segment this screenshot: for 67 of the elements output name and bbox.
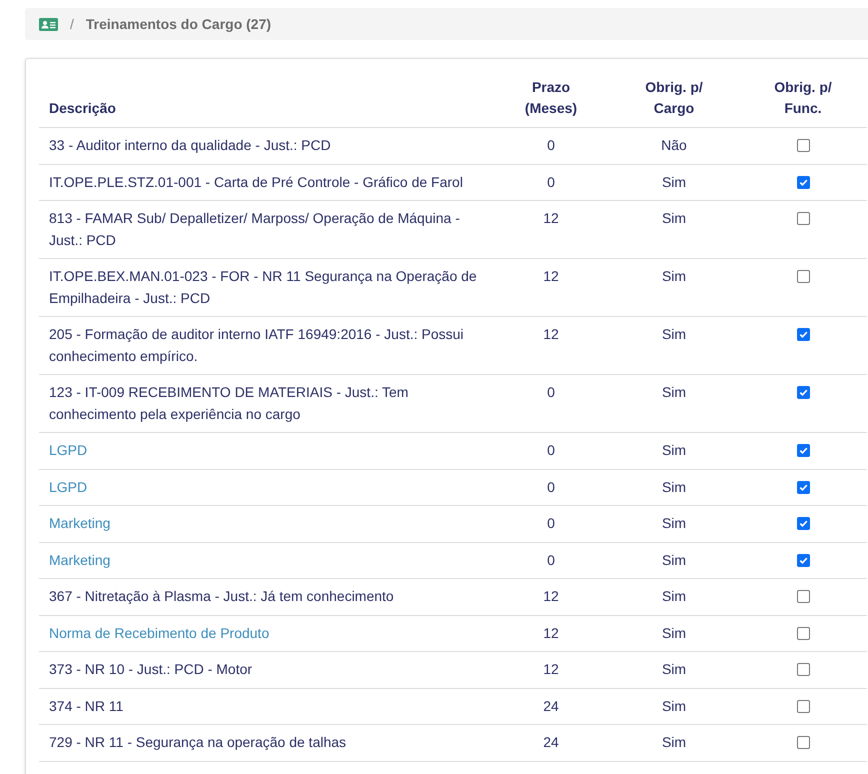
column-header: Obrig. p/ Func. (739, 69, 867, 128)
training-link[interactable]: Marketing (49, 552, 110, 568)
checkbox[interactable] (796, 212, 810, 225)
deadline-months: 12 (543, 661, 559, 677)
id-card-icon (39, 18, 58, 30)
deadline-months: 12 (543, 588, 559, 604)
required-for-role: Sim (662, 268, 686, 284)
checkbox[interactable] (796, 736, 810, 749)
checkbox[interactable] (796, 139, 810, 152)
required-for-role: Sim (662, 478, 686, 494)
required-for-role: Sim (662, 326, 686, 342)
checkbox[interactable] (796, 270, 810, 283)
column-header: Prazo (Meses) (493, 69, 609, 128)
checkbox[interactable] (796, 517, 810, 530)
training-description: 205 - Formação de auditor interno IATF 16949:2016 - Just.: Possui conhecimento empírico. (49, 326, 464, 364)
deadline-months: 0 (547, 515, 555, 531)
training-description: 123 - IT-009 RECEBIMENTO DE MATERIAIS - Just.: Tem conhecimento pela experiência no cargo (49, 384, 408, 422)
deadline-months: 12 (543, 624, 559, 640)
training-link[interactable]: LGPD (49, 442, 88, 458)
training-description: 813 - FAMAR Sub/ Depalletizer/ Marposs/ Operação de Máquina - Just.: PCD (49, 210, 460, 248)
deadline-months: 0 (547, 478, 555, 494)
checkbox[interactable] (796, 176, 810, 188)
required-for-role: Sim (662, 588, 686, 604)
checkbox[interactable] (796, 554, 810, 566)
required-for-role: Sim (662, 734, 686, 750)
deadline-months: 12 (543, 326, 559, 342)
deadline-months: 0 (547, 137, 555, 153)
training-description: 729 - NR 11 - Segurança na operação de talhas (49, 734, 346, 750)
required-for-role: Sim (662, 442, 686, 458)
training-description: 374 - NR 11 (49, 698, 124, 714)
deadline-months: 0 (547, 442, 555, 458)
checkbox[interactable] (796, 663, 810, 676)
deadline-months: 0 (547, 384, 555, 400)
required-for-role: Sim (662, 515, 686, 531)
training-link[interactable]: Norma de Recebimento de Produto (49, 624, 270, 640)
required-for-role: Não (661, 137, 687, 153)
training-description: IT.OPE.BEX.MAN.01-023 - FOR - NR 11 Segurança na Operação de Empilhadeira - Just.: PCD (49, 268, 477, 306)
column-header: Descrição (39, 69, 493, 128)
required-for-role: Sim (662, 661, 686, 677)
checkbox[interactable] (796, 700, 810, 712)
deadline-months: 24 (543, 734, 559, 750)
deadline-months: 12 (543, 210, 559, 226)
training-description: 33 - Auditor interno da qualidade - Just.: PCD (49, 137, 331, 153)
checkbox[interactable] (796, 626, 810, 640)
training-link[interactable]: LGPD (49, 478, 88, 494)
deadline-months: 24 (543, 698, 559, 714)
training-description: IT.OPE.PLE.STZ.01-001 - Carta de Pré Controle - Gráfico de Farol (49, 174, 463, 190)
required-for-role: Sim (662, 552, 686, 568)
training-link[interactable]: Marketing (49, 515, 110, 531)
checkbox[interactable] (796, 480, 810, 494)
required-for-role: Sim (662, 624, 686, 640)
required-for-role: Sim (662, 698, 686, 714)
required-for-role: Sim (662, 210, 686, 226)
required-for-role: Sim (662, 174, 686, 190)
column-header: Obrig. p/ Cargo (609, 69, 739, 128)
checkbox[interactable] (796, 444, 810, 457)
deadline-months: 0 (547, 174, 555, 190)
breadcrumb-title: Treinamentos do Cargo (27) (86, 16, 272, 32)
required-for-role: Sim (662, 384, 686, 400)
checkbox[interactable] (796, 590, 810, 603)
training-description: 367 - Nitretação à Plasma - Just.: Já tem conhecimento (49, 588, 394, 604)
deadline-months: 0 (547, 552, 555, 568)
checkbox[interactable] (796, 386, 810, 399)
deadline-months: 12 (543, 268, 559, 284)
checkbox[interactable] (796, 328, 810, 341)
training-description: 373 - NR 10 - Just.: PCD - Motor (49, 661, 252, 677)
breadcrumb-separator: / (70, 16, 74, 32)
